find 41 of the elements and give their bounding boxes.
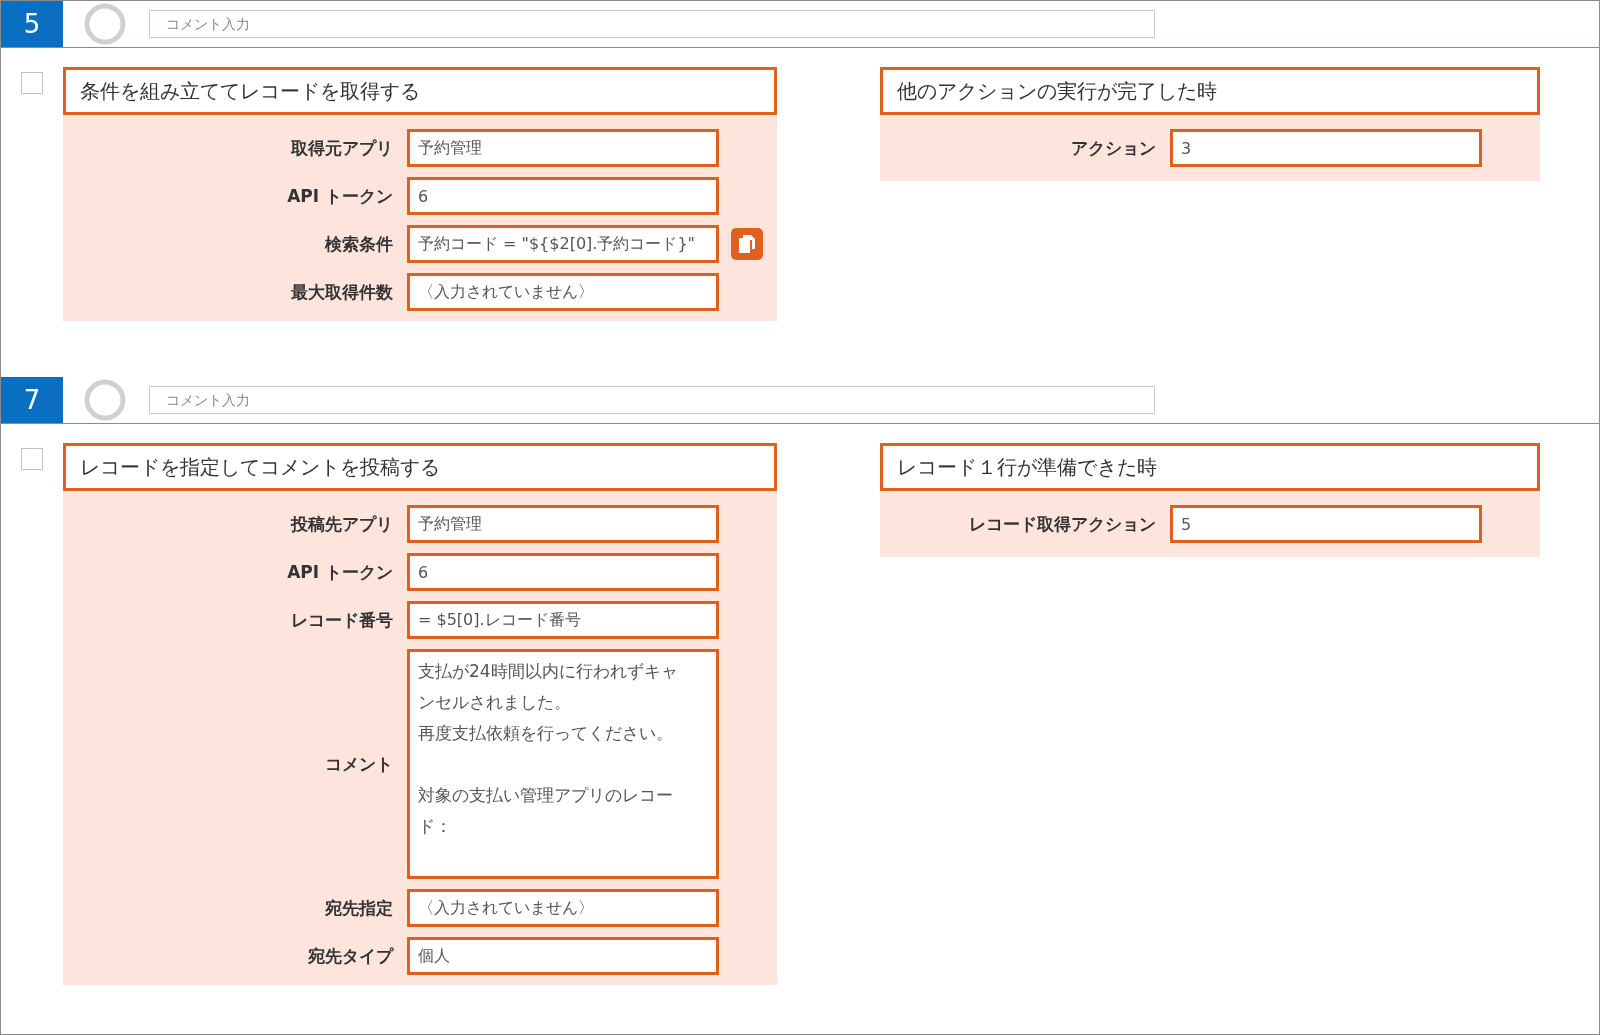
input-field[interactable]: 〈入力されていません〉 — [407, 273, 719, 311]
field-label: API トークン — [286, 560, 393, 584]
field-label: 取得元アプリ — [290, 136, 393, 160]
input-field[interactable]: 予約管理 — [407, 505, 719, 543]
comment-line: 対象の支払い管理アプリのレコード： — [418, 784, 674, 838]
field-label: API トークン — [286, 184, 393, 208]
input-field[interactable]: 予約管理 — [407, 129, 719, 167]
field-label: 最大取得件数 — [290, 280, 393, 304]
copy-button[interactable] — [731, 228, 763, 260]
input-field[interactable]: 6 — [407, 177, 719, 215]
field-label: レコード取得アクション — [968, 512, 1156, 536]
comment-line: 支払が24時間以内に行われずキャンセルされました。 — [418, 660, 679, 714]
action-title: 条件を組み立ててレコードを取得する — [63, 67, 777, 115]
action-title: レコードを指定してコメントを投稿する — [63, 443, 777, 491]
field-label: 宛先指定 — [324, 896, 393, 920]
field-label: レコード番号 — [290, 608, 393, 632]
field-label: 検索条件 — [324, 232, 393, 256]
comment-input[interactable]: コメント入力 — [149, 10, 1155, 38]
circle-icon — [83, 378, 127, 422]
trigger-title: 他のアクションの実行が完了した時 — [880, 67, 1540, 115]
comment-line: 再度支払依頼を行ってください。 — [418, 722, 674, 745]
field-label: 投稿先アプリ — [289, 512, 393, 536]
checkbox[interactable] — [21, 72, 43, 94]
field-label: コメント — [324, 752, 393, 776]
step-number: 5 — [1, 1, 63, 47]
step-number: 7 — [1, 377, 63, 423]
copy-icon — [738, 234, 756, 254]
input-field[interactable]: 〈入力されていません〉 — [407, 889, 719, 927]
input-field[interactable]: 個人 — [407, 937, 719, 975]
input-field[interactable]: 5 — [1170, 505, 1482, 543]
input-field[interactable]: 3 — [1170, 129, 1482, 167]
comment-input[interactable]: コメント入力 — [149, 386, 1155, 414]
input-field[interactable]: 予約コード = "${$2[0].予約コード}" — [407, 225, 719, 263]
field-label: アクション — [1070, 136, 1156, 160]
field-label: 宛先タイプ — [307, 944, 393, 968]
checkbox[interactable] — [21, 448, 43, 470]
trigger-title: レコード１行が準備できた時 — [880, 443, 1540, 491]
comment-text-field[interactable]: 支払が24時間以内に行われずキャンセルされました。 再度支払依頼を行ってください。 対象の支払い管理アプリのレコード： — [407, 649, 719, 879]
input-field[interactable]: 6 — [407, 553, 719, 591]
input-field[interactable]: = $5[0].レコード番号 — [407, 601, 719, 639]
circle-icon — [83, 2, 127, 46]
